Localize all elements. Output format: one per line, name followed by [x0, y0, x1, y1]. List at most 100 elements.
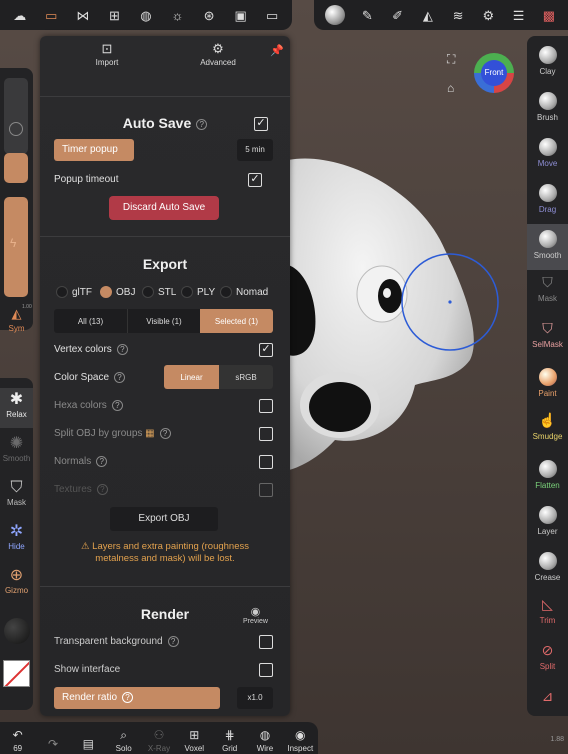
- show-interface-checkbox[interactable]: [259, 663, 273, 677]
- format-nomad[interactable]: Nomad: [220, 286, 268, 298]
- help-icon[interactable]: ?: [114, 371, 126, 383]
- format-ply[interactable]: PLY: [181, 286, 215, 298]
- format-stl[interactable]: STL: [142, 286, 176, 298]
- grid-button[interactable]: ⋕ Grid: [215, 726, 245, 753]
- tool-brush[interactable]: Brush: [527, 86, 568, 132]
- hide-tool[interactable]: ✲ Hide: [0, 522, 33, 551]
- autosave-section: Auto Save? ✓ Timer popup 5 min Popup tim…: [40, 96, 290, 236]
- tool-selmask[interactable]: ⛉ SelMask: [527, 316, 568, 362]
- tool-clay[interactable]: Clay: [527, 40, 568, 86]
- hide-label: Hide: [8, 542, 25, 551]
- undo-button[interactable]: ↶ 69: [3, 726, 33, 753]
- timer-value[interactable]: 5 min: [237, 139, 273, 161]
- tool-project[interactable]: ⊿: [527, 684, 568, 714]
- home-icon[interactable]: ⌂: [447, 81, 454, 95]
- folder-icon[interactable]: ▭: [43, 7, 59, 23]
- tool-crease[interactable]: Crease: [527, 546, 568, 592]
- document-button[interactable]: ▤: [73, 735, 103, 753]
- popup-timeout-checkbox[interactable]: ✓: [248, 173, 262, 187]
- material-sphere[interactable]: [4, 618, 30, 644]
- format-gltf[interactable]: glTF: [56, 286, 92, 298]
- vertex-colors-checkbox[interactable]: ✓: [259, 343, 273, 357]
- render-ratio-value[interactable]: x1.0: [237, 687, 273, 709]
- warning-icon: ⚠: [80, 541, 90, 552]
- pin-icon[interactable]: 📌: [270, 44, 284, 57]
- tool-flatten[interactable]: Flatten: [527, 454, 568, 500]
- tool-label: Drag: [538, 205, 557, 214]
- export-obj-button[interactable]: Export OBJ: [110, 507, 218, 531]
- brush-icon: [538, 92, 557, 110]
- layers-stack-icon[interactable]: ⊞: [106, 7, 122, 23]
- sym-label: Sym: [8, 324, 25, 333]
- help-icon[interactable]: ?: [96, 455, 108, 467]
- autosave-checkbox[interactable]: ✓: [254, 117, 268, 131]
- discard-autosave-button[interactable]: Discard Auto Save: [109, 196, 219, 220]
- settings-icon[interactable]: ⚙: [480, 7, 496, 23]
- lightning-icon: ϟ: [10, 236, 17, 250]
- sym-toggle[interactable]: ◭ 1.00 Sym: [0, 304, 33, 333]
- split-obj-checkbox[interactable]: [259, 427, 273, 441]
- preview-button[interactable]: ◉ Preview: [243, 605, 268, 625]
- mask-tool-left[interactable]: ⛉ Mask: [0, 478, 33, 507]
- xray-button[interactable]: ⚇ X-Ray: [144, 726, 174, 753]
- inspect-label: Inspect: [287, 744, 314, 753]
- transparent-bg-checkbox[interactable]: [259, 635, 273, 649]
- tool-label: Split: [539, 662, 556, 671]
- tool-move[interactable]: Move: [527, 132, 568, 178]
- color-space-srgb[interactable]: sRGB: [219, 365, 273, 389]
- pen-icon[interactable]: ✐: [390, 7, 406, 23]
- left-slider-bar: ϟ ◭ 1.00 Sym: [0, 68, 33, 333]
- sun-icon[interactable]: ☼: [170, 7, 186, 23]
- fullscreen-icon[interactable]: ⛶: [447, 52, 455, 67]
- tool-mask[interactable]: ⛉ Mask: [527, 270, 568, 316]
- solo-label: Solo: [115, 744, 132, 753]
- help-icon[interactable]: ?: [122, 691, 134, 703]
- aperture-icon[interactable]: ⊛: [201, 7, 217, 23]
- gizmo-tool[interactable]: ⊕ Gizmo: [0, 566, 33, 595]
- smooth-tool-left[interactable]: ✺ Smooth: [0, 434, 33, 463]
- help-icon[interactable]: ?: [196, 118, 208, 130]
- filter-all[interactable]: All (13): [54, 309, 127, 333]
- relax-tool[interactable]: ✱ Relax: [0, 388, 33, 428]
- tool-paint[interactable]: Paint: [527, 362, 568, 408]
- tool-drag[interactable]: Drag: [527, 178, 568, 224]
- solo-button[interactable]: ⌕ Solo: [109, 726, 139, 753]
- tab-import[interactable]: ⊡ Import: [62, 40, 152, 67]
- filter-visible[interactable]: Visible (1): [127, 309, 200, 333]
- tool-smudge[interactable]: ☝ Smudge: [527, 408, 568, 454]
- hexa-colors-checkbox[interactable]: [259, 399, 273, 413]
- tool-smooth[interactable]: Smooth: [527, 224, 568, 270]
- voxel-button[interactable]: ⊞ Voxel: [179, 726, 209, 753]
- tab-advanced[interactable]: ⚙ Advanced: [173, 40, 263, 67]
- pencil-icon[interactable]: ✎: [359, 7, 375, 23]
- video-icon[interactable]: ▭: [264, 7, 280, 23]
- tool-split[interactable]: ⊘ Split: [527, 638, 568, 684]
- image-icon[interactable]: ▣: [233, 7, 249, 23]
- help-icon[interactable]: ?: [167, 635, 179, 647]
- help-icon[interactable]: ?: [159, 427, 171, 439]
- share-nodes-icon[interactable]: ⋈: [75, 7, 91, 23]
- tool-trim[interactable]: ◺ Trim: [527, 592, 568, 638]
- sliders-icon[interactable]: ☰: [511, 7, 527, 23]
- wire-button[interactable]: ◍ Wire: [250, 726, 280, 753]
- radius-slider[interactable]: [4, 78, 28, 154]
- color-swatch[interactable]: [3, 660, 30, 687]
- color-space-linear[interactable]: Linear: [164, 365, 219, 389]
- filter-selected[interactable]: Selected (1): [200, 309, 273, 333]
- format-obj[interactable]: OBJ: [100, 286, 135, 298]
- globe-icon[interactable]: ◍: [138, 7, 154, 23]
- timer-popup-button[interactable]: Timer popup: [54, 139, 134, 161]
- cloud-icon[interactable]: ☁: [12, 7, 28, 23]
- inspect-button[interactable]: ◉ Inspect: [285, 726, 315, 753]
- matcap-sphere-icon[interactable]: [325, 5, 346, 25]
- symmetry-icon[interactable]: ◭: [420, 7, 436, 23]
- redo-button[interactable]: ↷: [38, 735, 68, 753]
- help-icon[interactable]: ?: [111, 399, 123, 411]
- view-cube[interactable]: Front: [474, 53, 514, 93]
- help-icon[interactable]: ?: [116, 343, 128, 355]
- tool-layer[interactable]: Layer: [527, 500, 568, 546]
- layers-icon[interactable]: ≋: [450, 7, 466, 23]
- render-ratio-slider[interactable]: Render ratio?: [54, 687, 220, 709]
- normals-checkbox[interactable]: [259, 455, 273, 469]
- gift-icon[interactable]: ▩: [541, 7, 557, 23]
